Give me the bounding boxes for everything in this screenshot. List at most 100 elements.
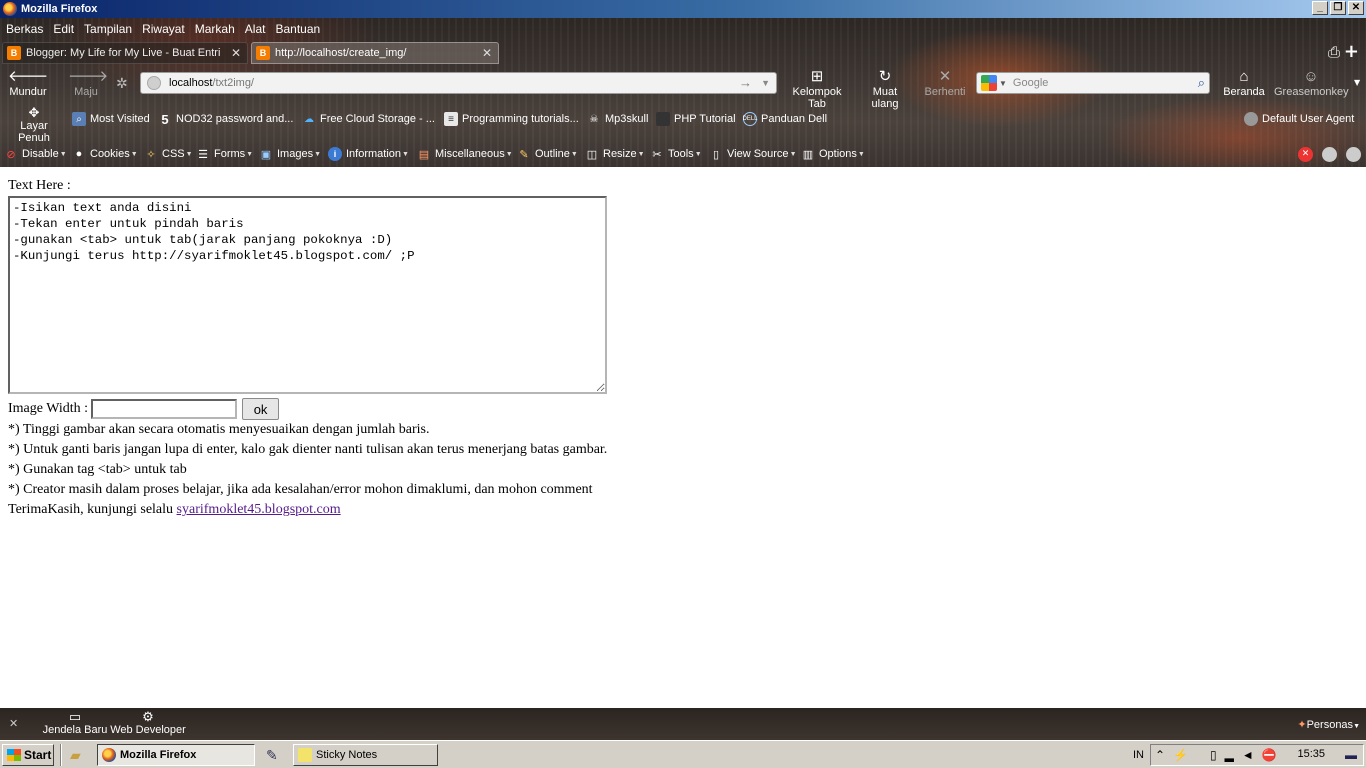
- devbar-tools[interactable]: ✂ Tools ▼: [650, 147, 701, 161]
- tab-groups-icon: ⊞: [810, 68, 824, 85]
- devbar-view-source[interactable]: ▯ View Source ▼: [709, 147, 797, 161]
- search-icon[interactable]: ⌕: [1198, 75, 1205, 91]
- usb-device-icon[interactable]: ▯: [1210, 748, 1217, 762]
- web-developer-button[interactable]: ⚙ Web Developer: [110, 710, 186, 737]
- devbar-label: Resize: [603, 148, 637, 160]
- devbar-disable[interactable]: ⊘ Disable ▼: [4, 147, 66, 161]
- home-label: Beranda: [1223, 86, 1265, 98]
- bookmark-most-visited[interactable]: ⌕ Most Visited: [72, 112, 150, 126]
- fullscreen-button[interactable]: ✥ Layar Penuh: [3, 105, 65, 145]
- sticky-notes-icon: [298, 748, 312, 762]
- js-status-icon[interactable]: [1346, 147, 1361, 162]
- minimize-button[interactable]: _: [1312, 1, 1328, 15]
- user-agent-label: Default User Agent: [1262, 113, 1355, 125]
- greasemonkey-dropdown-icon[interactable]: ▼: [1354, 78, 1360, 87]
- go-arrow-icon[interactable]: →: [739, 75, 752, 90]
- home-button[interactable]: ⌂ Beranda: [1222, 68, 1266, 98]
- menu-berkas[interactable]: Berkas: [6, 22, 43, 36]
- task-sticky-notes[interactable]: Sticky Notes: [293, 744, 438, 766]
- url-bar[interactable]: localhost/txt2img/ → ▼: [140, 72, 777, 94]
- bookmark-free-cloud-storage[interactable]: ☁ Free Cloud Storage - ...: [302, 112, 435, 126]
- devbar-label: Information: [346, 148, 402, 160]
- clock[interactable]: 15:35: [1297, 748, 1325, 760]
- bookmarks-toolbar: ✥ Layar Penuh ⌕ Most Visited 5 NOD32 pas…: [0, 104, 1366, 145]
- bookmark-label: NOD32 password and...: [176, 113, 294, 125]
- start-button[interactable]: Start: [2, 744, 54, 766]
- text-here-label: Text Here :: [8, 178, 71, 193]
- site-identity-icon[interactable]: [147, 76, 161, 90]
- bookmark-nod32[interactable]: 5 NOD32 password and...: [158, 112, 294, 127]
- css-status-icon[interactable]: [1322, 147, 1337, 162]
- windows-taskbar: Start ▰ Mozilla Firefox ✎ Sticky Notes I…: [0, 740, 1366, 768]
- folder-icon[interactable]: ▰: [70, 747, 81, 764]
- css-wand-icon: ✧: [146, 148, 156, 161]
- menu-riwayat[interactable]: Riwayat: [142, 22, 185, 36]
- tab-create-img[interactable]: B http://localhost/create_img/ ✕: [251, 42, 499, 64]
- search-bar[interactable]: ▼ Google ⌕: [976, 72, 1210, 94]
- devbar-miscellaneous[interactable]: ▤ Miscellaneous ▼: [417, 147, 513, 161]
- devbar-outline[interactable]: ✎ Outline ▼: [517, 147, 577, 161]
- note-item: *) Untuk ganti baris jangan lupa di ente…: [8, 442, 608, 457]
- google-icon[interactable]: [981, 75, 997, 91]
- user-agent-switcher[interactable]: Default User Agent: [1244, 112, 1354, 126]
- devbar-information[interactable]: i Information ▼: [328, 147, 409, 161]
- tab-blogger[interactable]: B Blogger: My Life for My Live - Buat En…: [2, 42, 248, 64]
- show-desktop-icon[interactable]: ▬: [1345, 748, 1357, 762]
- network-activity-icon[interactable]: ⚡: [1173, 748, 1188, 762]
- image-width-input[interactable]: [91, 399, 238, 419]
- bookmark-label: Programming tutorials...: [462, 113, 579, 125]
- user-agent-icon: [1244, 112, 1258, 126]
- menu-alat[interactable]: Alat: [245, 22, 266, 36]
- note-item: *) Tinggi gambar akan secara otomatis me…: [8, 422, 430, 437]
- back-button[interactable]: 🡐 Mundur: [8, 68, 48, 98]
- bookmark-programming-tutorials[interactable]: ≡ Programming tutorials...: [444, 112, 579, 126]
- forward-button[interactable]: 🡒 Maju: [68, 68, 108, 98]
- security-alert-icon[interactable]: ⛔: [1262, 748, 1277, 762]
- close-window-button[interactable]: ✕: [1348, 1, 1364, 15]
- stop-button[interactable]: ✕ Berhenti: [924, 68, 966, 98]
- addon-bar-close-icon[interactable]: ✕: [9, 717, 18, 730]
- blog-link[interactable]: syarifmoklet45.blogspot.com: [177, 502, 341, 517]
- restore-button[interactable]: ❐: [1330, 1, 1346, 15]
- print-icon[interactable]: ⎙: [1328, 43, 1340, 61]
- task-mozilla-firefox[interactable]: Mozilla Firefox: [97, 744, 255, 766]
- devbar-images[interactable]: ▣ Images ▼: [259, 147, 321, 161]
- navigation-toolbar: 🡐 Mundur 🡒 Maju ✲ localhost/txt2img/ → ▼…: [0, 64, 1366, 110]
- devbar-cookies[interactable]: ● Cookies ▼: [72, 147, 138, 161]
- note-item: *) Creator masih dalam proses belajar, j…: [8, 482, 593, 497]
- bookmark-panduan-dell[interactable]: DELL Panduan Dell: [743, 112, 827, 126]
- tab-close-icon[interactable]: ✕: [231, 46, 241, 60]
- dell-icon: DELL: [743, 112, 758, 126]
- bookmark-php-tutorial[interactable]: PHP Tutorial: [656, 112, 736, 126]
- personas-button[interactable]: ✦Personas▼: [1297, 718, 1360, 731]
- volume-icon[interactable]: ◄: [1242, 748, 1254, 762]
- devbar-resize[interactable]: ◫ Resize ▼: [585, 147, 645, 161]
- ok-button[interactable]: ok: [242, 398, 280, 420]
- devbar-css[interactable]: ✧ CSS ▼: [144, 147, 192, 161]
- menu-tampilan[interactable]: Tampilan: [84, 22, 132, 36]
- new-window-button[interactable]: ▭ Jendela Baru: [42, 710, 108, 737]
- show-hidden-icons[interactable]: ⌃: [1155, 748, 1165, 762]
- devbar-forms[interactable]: ☰ Forms ▼: [196, 147, 253, 161]
- bookmark-mp3skull[interactable]: ☠ Mp3skull: [587, 112, 649, 126]
- menu-bantuan[interactable]: Bantuan: [275, 22, 320, 36]
- new-tab-button[interactable]: +: [1344, 41, 1359, 62]
- url-dropdown-icon[interactable]: ▼: [761, 78, 770, 88]
- greasemonkey-button[interactable]: ☺ Greasemonkey: [1274, 68, 1349, 98]
- text-input-area[interactable]: -Isikan text anda disini -Tekan enter un…: [8, 196, 607, 394]
- menu-edit[interactable]: Edit: [53, 22, 74, 36]
- system-tray: ⌃ ⚡ ▯ ▂ ◄ ⛔ 15:35 ▬: [1150, 744, 1364, 766]
- signal-icon[interactable]: ▂: [1225, 748, 1234, 762]
- devbar-label: View Source: [727, 148, 789, 160]
- devbar-label: Images: [277, 148, 314, 160]
- language-indicator[interactable]: IN: [1133, 749, 1144, 761]
- search-engine-dropdown-icon[interactable]: ▼: [999, 79, 1007, 88]
- firefox-icon: [3, 2, 17, 16]
- fullscreen-icon: ✥: [28, 105, 40, 120]
- image-width-row: Image Width : ok: [8, 398, 280, 420]
- tab-close-icon[interactable]: ✕: [482, 46, 492, 60]
- error-status-icon[interactable]: ✕: [1298, 147, 1313, 162]
- menu-markah[interactable]: Markah: [195, 22, 235, 36]
- brush-icon[interactable]: ✎: [266, 747, 278, 764]
- devbar-options[interactable]: ▥ Options ▼: [801, 147, 865, 161]
